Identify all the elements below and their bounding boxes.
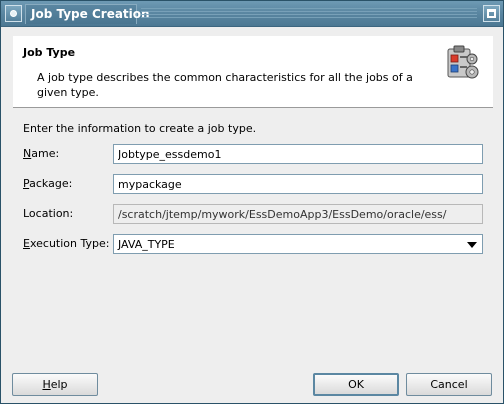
window-title: Job Type Creation: [31, 7, 150, 21]
execution-type-row: Execution Type: JAVA_TYPE: [23, 234, 483, 254]
job-type-creation-dialog: Job Type Creation Job Type A job type de…: [0, 0, 504, 404]
package-field[interactable]: [113, 174, 483, 194]
title-bar-grip: [141, 8, 477, 20]
window-menu-icon[interactable]: [5, 5, 22, 22]
form-intro: Enter the information to create a job ty…: [23, 122, 257, 135]
dialog-header: Job Type A job type describes the common…: [13, 36, 493, 108]
execution-type-label: Execution Type:: [23, 237, 110, 250]
job-type-clipboard-icon: [447, 45, 479, 79]
cancel-button[interactable]: Cancel: [406, 373, 492, 396]
name-row: Name:: [23, 144, 483, 164]
location-row: Location:: [23, 204, 483, 224]
name-field[interactable]: [113, 144, 483, 164]
execution-type-value: JAVA_TYPE: [118, 238, 175, 251]
package-row: Package:: [23, 174, 483, 194]
name-label: Name:: [23, 147, 60, 160]
ok-button[interactable]: OK: [313, 373, 399, 396]
execution-type-select[interactable]: JAVA_TYPE: [113, 234, 483, 254]
chevron-down-icon[interactable]: [467, 242, 477, 248]
location-label: Location:: [23, 207, 74, 220]
title-bar[interactable]: Job Type Creation: [1, 1, 503, 27]
header-description: A job type describes the common characte…: [37, 71, 413, 99]
package-label: Package:: [23, 177, 73, 190]
location-field: [113, 204, 483, 224]
maximize-icon[interactable]: [483, 5, 500, 22]
help-button[interactable]: Help: [12, 373, 98, 396]
header-title: Job Type: [23, 46, 76, 59]
